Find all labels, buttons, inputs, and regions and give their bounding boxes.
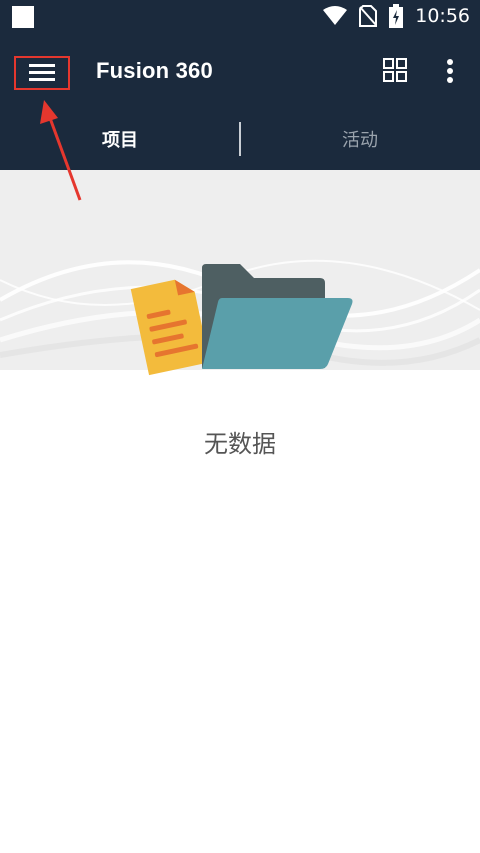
- tab-activity[interactable]: 活动: [240, 108, 480, 170]
- notification-square-icon: [12, 6, 34, 28]
- empty-state-text: 无数据: [204, 430, 276, 458]
- more-options-button[interactable]: [440, 56, 460, 86]
- grid-view-button[interactable]: [383, 58, 409, 84]
- grid-view-icon: [383, 58, 407, 82]
- hamburger-menu-icon: [29, 64, 55, 81]
- battery-icon: [389, 4, 404, 28]
- status-bar: 10:56: [0, 0, 480, 32]
- status-icons: 10:56: [323, 0, 470, 32]
- wifi-icon: [323, 6, 348, 25]
- app-title: Fusion 360: [96, 58, 213, 83]
- tab-bar: 项目 活动: [0, 108, 480, 170]
- folder-document-illustration: [130, 264, 353, 376]
- no-sim-icon: [359, 5, 378, 27]
- more-vert-icon: [447, 59, 453, 83]
- tab-projects[interactable]: 项目: [0, 108, 240, 170]
- app-bar: Fusion 360: [0, 32, 480, 108]
- status-time: 10:56: [415, 5, 470, 27]
- hamburger-menu-button[interactable]: [14, 56, 70, 90]
